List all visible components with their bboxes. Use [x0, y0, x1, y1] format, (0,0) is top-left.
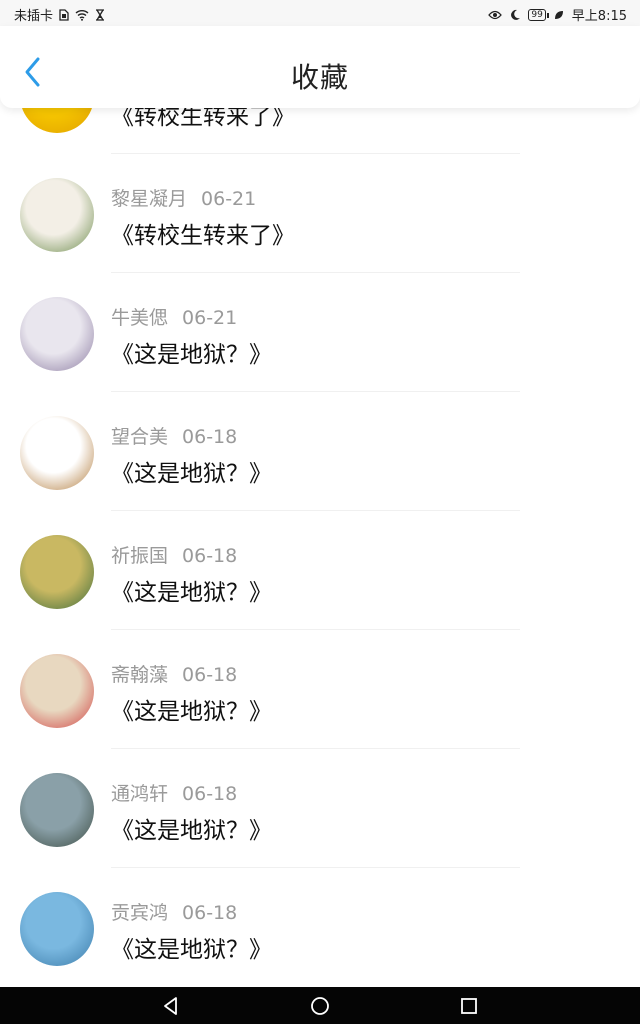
nav-home-button[interactable] [309, 995, 331, 1017]
list-item[interactable]: 斋翰藻 06-18 《这是地狱？》 [0, 511, 640, 728]
item-meta: 贡宾鸿 06-18 [111, 898, 237, 925]
favorites-list: 《转校生转来了》 黎星凝月 06-21 《转校生转来了》 牛美偲 06-21 《这是… [0, 34, 640, 966]
triangle-back-icon [164, 997, 177, 1015]
nav-back-button[interactable] [160, 995, 182, 1017]
user-name: 贡宾鸿 [111, 902, 169, 924]
divider [111, 867, 520, 868]
list-item[interactable]: 祈振国 06-18 《这是地狱？》 [0, 392, 640, 609]
list-item[interactable]: 贡宾鸿 06-18 《这是地狱？》 [0, 749, 640, 966]
page-title: 收藏 [290, 61, 349, 94]
square-recents-icon [461, 998, 477, 1014]
system-nav-bar [0, 987, 640, 1024]
item-date: 06-18 [182, 902, 238, 924]
avatar [20, 892, 94, 966]
nav-recents-button[interactable] [458, 995, 480, 1017]
list-item[interactable]: 通鸿轩 06-18 《这是地狱？》 [0, 630, 640, 847]
list-item[interactable]: 望合美 06-18 《这是地狱？》 [0, 273, 640, 490]
app-header: 收藏 [0, 26, 640, 108]
item-title: 《这是地狱？》 [111, 937, 272, 963]
list-item[interactable]: 牛美偲 06-21 《这是地狱？》 [0, 154, 640, 371]
circle-home-icon [311, 997, 329, 1015]
